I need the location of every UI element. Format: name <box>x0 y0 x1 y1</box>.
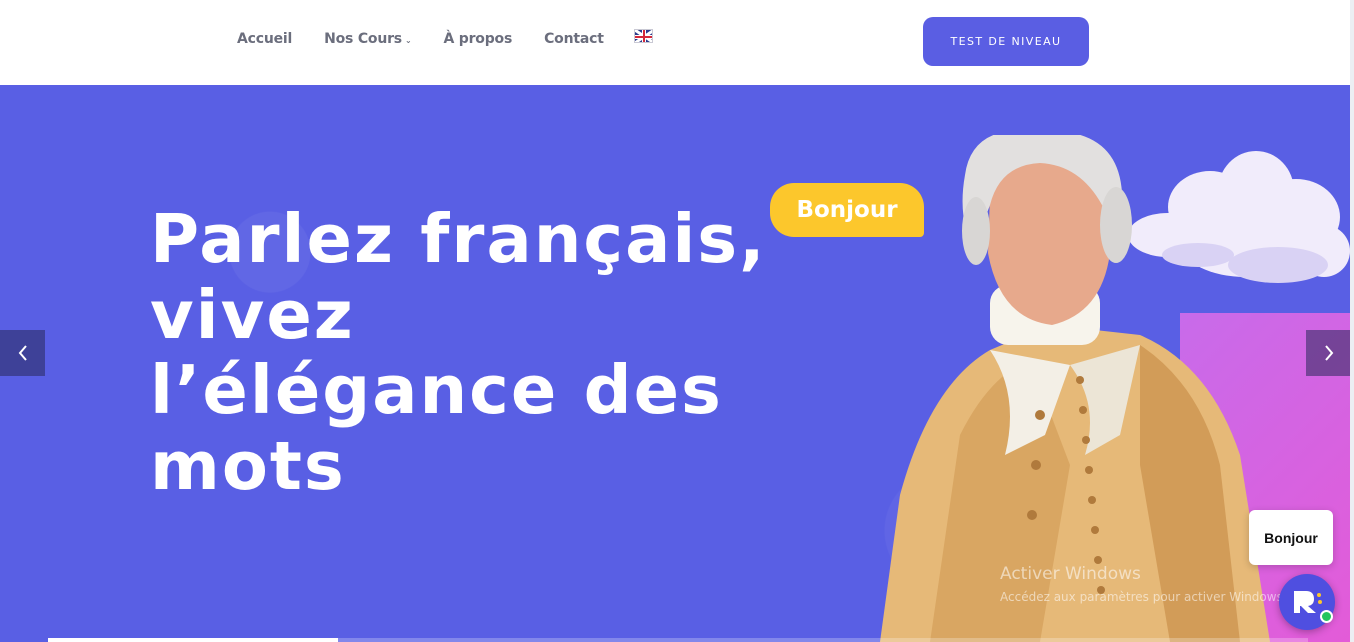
headline-line-2: vivez <box>150 275 355 354</box>
online-status-dot <box>1320 610 1333 623</box>
hero-slider: Bonjour Parlez français, vivez l’éléganc… <box>0 85 1350 642</box>
slider-next-button[interactable] <box>1306 330 1350 376</box>
chat-greeting-bubble[interactable]: Bonjour <box>1249 510 1333 565</box>
bonjour-speech-bubble: Bonjour <box>770 183 924 237</box>
chat-logo-icon <box>1294 591 1322 613</box>
windows-activation-subtitle: Accédez aux paramètres pour activer Wind… <box>1000 590 1287 604</box>
slide-progress-fill <box>48 638 338 642</box>
windows-activation-title: Activer Windows <box>1000 564 1141 584</box>
nav-a-propos[interactable]: À propos <box>443 31 512 47</box>
nav-accueil-label: Accueil <box>237 31 293 47</box>
nav-contact-label: Contact <box>544 31 604 47</box>
uk-flag-icon[interactable] <box>633 29 653 43</box>
bonjour-bubble-text: Bonjour <box>796 197 898 223</box>
headline-line-3: l’élégance des <box>150 351 723 430</box>
main-nav: Accueil Nos Cours ⌄ À propos Contact <box>237 29 653 47</box>
hero-headline: Parlez français, vivez l’élégance des mo… <box>150 200 790 506</box>
chevron-right-icon <box>1324 345 1333 361</box>
level-test-button[interactable]: TEST DE NIVEAU <box>923 17 1089 66</box>
chevron-left-icon <box>18 345 27 361</box>
nav-a-propos-label: À propos <box>443 31 513 47</box>
page-scrollbar[interactable] <box>1350 0 1354 642</box>
nav-contact[interactable]: Contact <box>544 31 604 47</box>
headline-line-4: mots <box>150 427 346 506</box>
nav-nos-cours[interactable]: Nos Cours ⌄ <box>324 31 412 47</box>
site-header: Accueil Nos Cours ⌄ À propos Contact TEST… <box>0 0 1354 85</box>
headline-line-1: Parlez français, <box>150 200 767 278</box>
chevron-down-icon: ⌄ <box>404 35 412 45</box>
nav-nos-cours-label: Nos Cours <box>324 31 402 47</box>
nav-accueil[interactable]: Accueil <box>237 31 292 47</box>
slider-prev-button[interactable] <box>0 330 45 376</box>
chat-greeting-text: Bonjour <box>1264 529 1318 546</box>
slide-progress-bar <box>48 638 1308 642</box>
